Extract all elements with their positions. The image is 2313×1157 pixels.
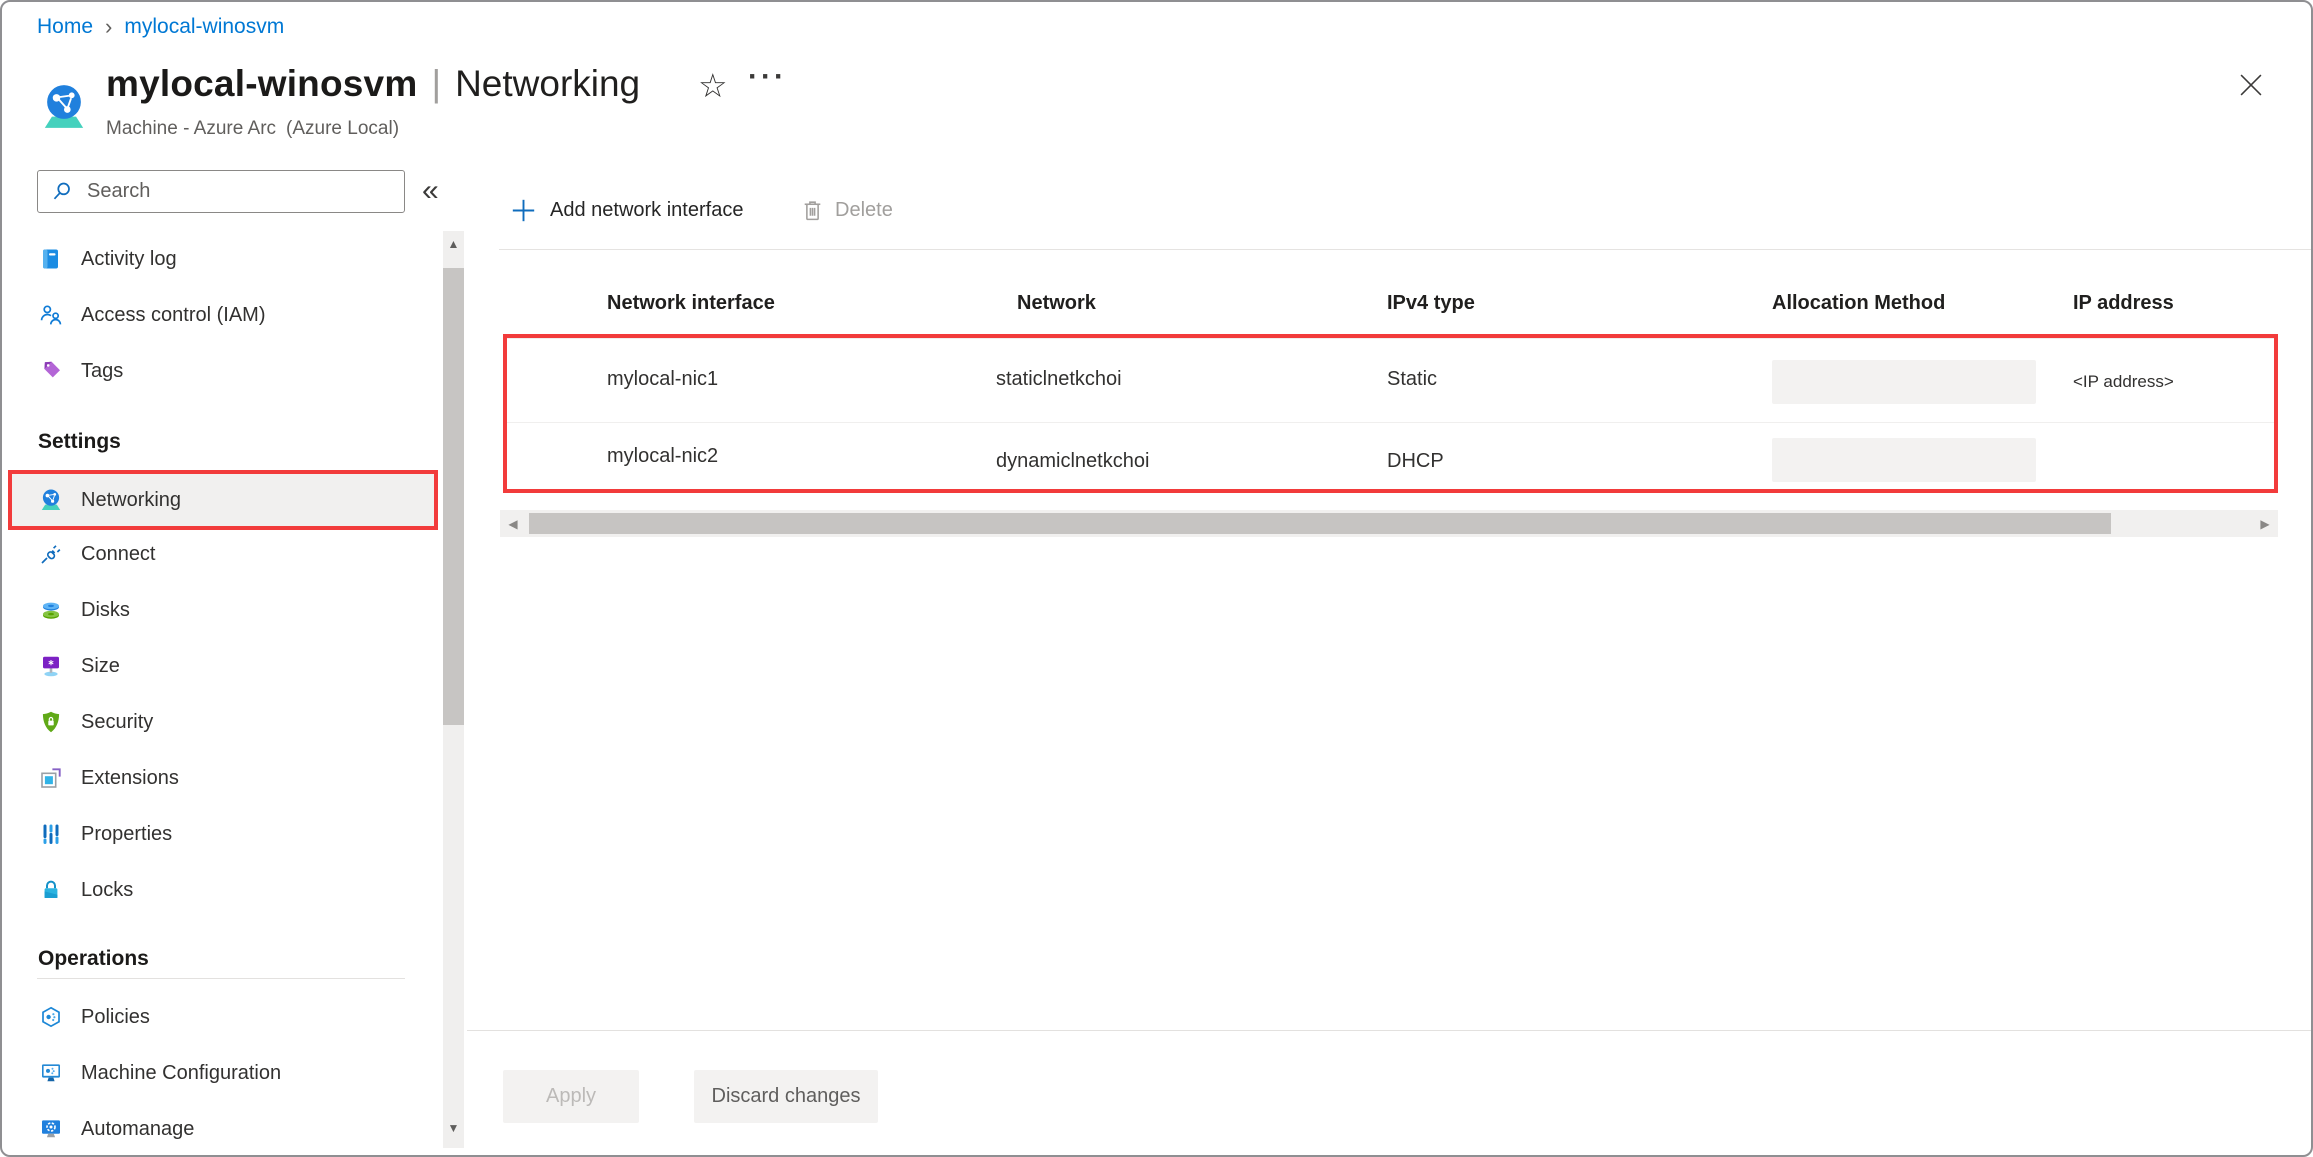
sidebar-item-security[interactable]: Security [2, 694, 443, 750]
sidebar-group-settings: Settings [2, 426, 443, 458]
search-input[interactable] [85, 179, 379, 204]
connect-icon [39, 542, 63, 566]
sidebar-group-operations: Operations [2, 943, 443, 975]
sidebar-item-size[interactable]: Size [2, 638, 443, 694]
resource-note-label: (Azure Local) [286, 118, 399, 140]
breadcrumb-resource-link[interactable]: mylocal-winosvm [124, 15, 284, 39]
chevron-right-icon: › [105, 14, 112, 40]
close-icon[interactable] [2234, 68, 2268, 102]
column-header-network: Network [1017, 292, 1096, 315]
resource-type-label: Machine - Azure Arc [106, 118, 276, 140]
sidebar-item-extensions[interactable]: Extensions [2, 750, 443, 806]
access-control-icon [39, 303, 63, 327]
disks-icon [39, 598, 63, 622]
blade-name: Networking [455, 63, 640, 105]
apply-button[interactable]: Apply [503, 1070, 639, 1123]
column-header-ipv4-type: IPv4 type [1387, 292, 1475, 315]
resource-name: mylocal-winosvm [106, 63, 417, 105]
machine-configuration-icon [39, 1061, 63, 1085]
scroll-right-icon[interactable]: ▶ [2254, 510, 2276, 537]
machine-azure-arc-icon [39, 82, 89, 132]
sidebar-item-machine-configuration[interactable]: Machine Configuration [2, 1045, 443, 1101]
delete-button[interactable]: Delete [800, 188, 893, 232]
networking-icon [39, 488, 63, 512]
sidebar-search-box [37, 170, 405, 213]
scroll-down-icon[interactable]: ▼ [443, 1117, 464, 1139]
page-title: mylocal-winosvm | Networking [106, 58, 640, 110]
sidebar-item-locks[interactable]: Locks [2, 862, 443, 918]
table-hscrollbar-thumb[interactable] [529, 513, 2111, 534]
automanage-icon [39, 1117, 63, 1141]
locks-icon [39, 878, 63, 902]
properties-icon [39, 822, 63, 846]
sidebar-item-networking[interactable]: Networking [8, 470, 438, 530]
sidebar-item-tags[interactable]: Tags [2, 343, 443, 399]
trash-icon [800, 198, 825, 223]
footer-divider [467, 1030, 2313, 1031]
sidebar-item-access-control[interactable]: Access control (IAM) [2, 287, 443, 343]
policies-icon [39, 1005, 63, 1029]
sidebar-scrollbar-thumb[interactable] [443, 268, 464, 725]
sidebar-item-automanage[interactable]: Automanage [2, 1101, 443, 1157]
sidebar-item-disks[interactable]: Disks [2, 582, 443, 638]
more-options-icon[interactable]: ··· [748, 60, 787, 94]
extensions-icon [39, 766, 63, 790]
collapse-sidebar-icon[interactable]: « [422, 174, 439, 208]
sidebar-item-properties[interactable]: Properties [2, 806, 443, 862]
toolbar-divider [499, 249, 2313, 250]
operations-divider [37, 978, 405, 979]
security-icon [39, 710, 63, 734]
breadcrumb-home-link[interactable]: Home [37, 15, 93, 39]
resource-subtitle: Machine - Azure Arc (Azure Local) [106, 118, 399, 140]
column-header-network-interface: Network interface [607, 292, 775, 315]
azure-portal-window: Home › mylocal-winosvm mylocal-winosvm |… [0, 0, 2313, 1157]
favorite-star-icon[interactable]: ☆ [698, 66, 728, 105]
plus-icon [510, 197, 537, 224]
sidebar-item-policies[interactable]: Policies [2, 989, 443, 1045]
add-network-interface-button[interactable]: Add network interface [510, 188, 743, 232]
breadcrumb: Home › mylocal-winosvm [37, 14, 284, 40]
activity-log-icon [39, 247, 63, 271]
tags-icon [39, 359, 63, 383]
scroll-left-icon[interactable]: ◀ [502, 510, 524, 537]
scroll-up-icon[interactable]: ▲ [443, 233, 464, 255]
size-icon [39, 654, 63, 678]
sidebar-item-activity-log[interactable]: Activity log [2, 231, 443, 287]
annotation-box-table [503, 334, 2278, 493]
title-divider: | [431, 63, 441, 105]
search-icon [51, 180, 74, 203]
sidebar-item-connect[interactable]: Connect [2, 526, 443, 582]
column-header-ip-address: IP address [2073, 292, 2174, 315]
column-header-allocation-method: Allocation Method [1772, 292, 1945, 315]
discard-changes-button[interactable]: Discard changes [694, 1070, 878, 1123]
